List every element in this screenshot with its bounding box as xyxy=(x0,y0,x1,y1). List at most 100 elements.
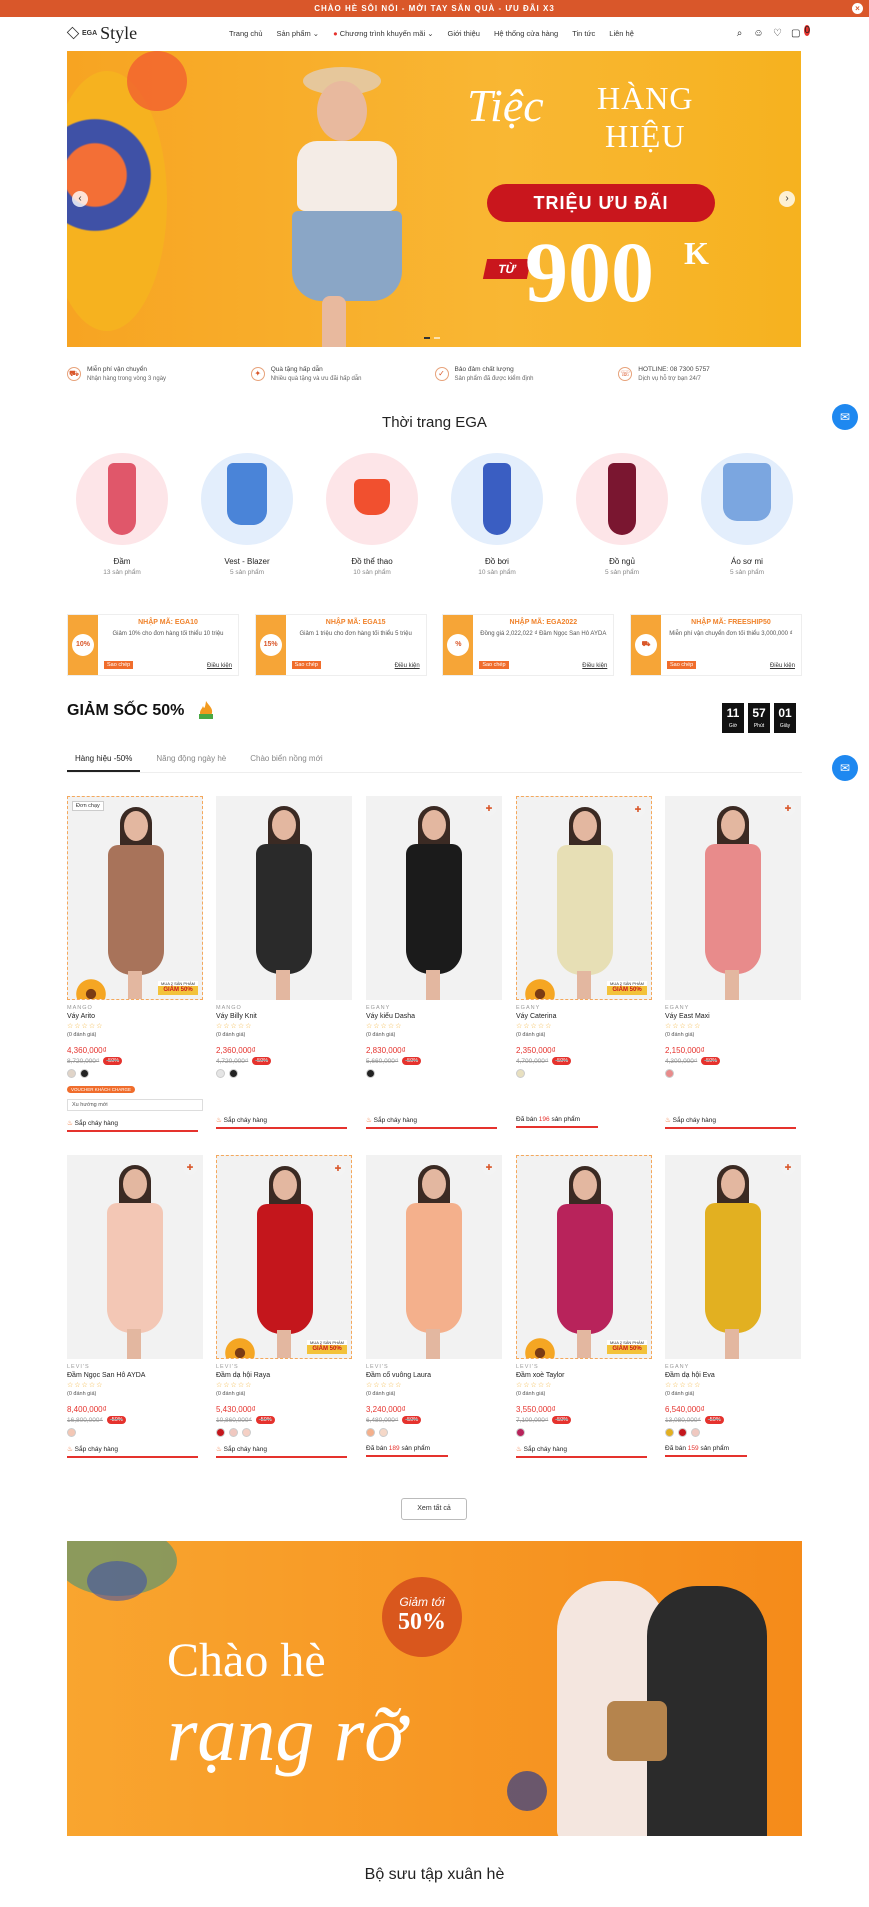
view-all-button[interactable]: Xem tất cả xyxy=(401,1498,467,1520)
category-item[interactable]: Đồ bơi 10 sản phẩm xyxy=(442,453,552,576)
product-card[interactable]: ✚ EGANY Váy kiểu Dasha ☆☆☆☆☆ (0 đánh giá) 2,8… xyxy=(366,796,502,1129)
product-image[interactable]: ✚ xyxy=(67,1155,203,1359)
product-name[interactable]: Váy East Maxi xyxy=(665,1013,801,1020)
product-image[interactable]: ✚ MUA 2 SẢN PHẨM GIẢM 50% xyxy=(216,1155,352,1359)
nav-products[interactable]: Sản phẩm ⌄ xyxy=(277,29,320,38)
nav-home[interactable]: Trang chủ xyxy=(229,29,263,38)
category-item[interactable]: Đồ thể thao 10 sản phẩm xyxy=(317,453,427,576)
slider-dots[interactable] xyxy=(424,337,440,339)
product-image[interactable]: Đơn chạy MUA 2 SẢN PHẨM GIẢM 50% xyxy=(67,796,203,1000)
gift-icon[interactable]: ✚ xyxy=(781,802,795,816)
gift-icon[interactable]: ✚ xyxy=(781,1161,795,1175)
color-swatch[interactable] xyxy=(80,1069,89,1078)
product-name[interactable]: Đầm Ngọc San Hô AYDA xyxy=(67,1372,203,1379)
product-card[interactable]: ✚ LEVI'S Đầm Ngọc San Hô AYDA ☆☆☆☆☆ (0 đánh … xyxy=(67,1155,203,1458)
color-swatch[interactable] xyxy=(678,1428,687,1437)
color-swatch[interactable] xyxy=(516,1428,525,1437)
product-name[interactable]: Váy Caterina xyxy=(516,1013,652,1020)
old-price: 6,480,000₫ xyxy=(366,1416,399,1424)
product-image[interactable]: ✚ xyxy=(665,796,801,1000)
chevron-down-icon: ⌄ xyxy=(312,28,320,38)
tab-beach[interactable]: Chào biển nồng mới xyxy=(242,748,330,772)
tab-summer[interactable]: Năng động ngày hè xyxy=(148,748,234,772)
product-name[interactable]: Đầm dạ hội Eva xyxy=(665,1372,801,1379)
tab-brand-50[interactable]: Hàng hiệu -50% xyxy=(67,748,141,772)
product-image[interactable]: ✚ xyxy=(665,1155,801,1359)
hot-text: Sắp cháy hàng xyxy=(373,1117,418,1124)
product-name[interactable]: Đầm cổ vuông Laura xyxy=(366,1372,502,1379)
product-image[interactable]: ✚ MUA 2 SẢN PHẨM GIẢM 50% xyxy=(516,796,652,1000)
product-image[interactable]: ✚ xyxy=(366,796,502,1000)
color-swatch[interactable] xyxy=(67,1069,76,1078)
cart-icon[interactable]: ▢ 0 xyxy=(791,24,811,39)
color-swatch[interactable] xyxy=(67,1428,76,1437)
copy-button[interactable]: Sao chép xyxy=(291,661,321,669)
gift-icon[interactable]: ✚ xyxy=(482,1161,496,1175)
product-name[interactable]: Đầm dạ hội Raya xyxy=(216,1372,352,1379)
category-item[interactable]: Đồ ngủ 5 sản phẩm xyxy=(567,453,677,576)
gift-icon[interactable]: ✚ xyxy=(631,803,645,817)
color-swatch[interactable] xyxy=(242,1428,251,1437)
condition-link[interactable]: Điều kiện xyxy=(770,663,795,669)
category-item[interactable]: Vest - Blazer 5 sản phẩm xyxy=(192,453,302,576)
product-card[interactable]: Đơn chạy MUA 2 SẢN PHẨM GIẢM 50% MANGO Váy A… xyxy=(67,796,203,1132)
color-swatch[interactable] xyxy=(229,1428,238,1437)
product-image[interactable] xyxy=(216,796,352,1000)
product-name[interactable]: Váy kiểu Dasha xyxy=(366,1013,502,1020)
color-swatch[interactable] xyxy=(216,1069,225,1078)
copy-button[interactable]: Sao chép xyxy=(666,661,697,669)
close-icon[interactable]: × xyxy=(852,3,863,14)
messenger-icon[interactable]: ✉ xyxy=(832,755,858,781)
color-swatch[interactable] xyxy=(665,1428,674,1437)
color-swatch[interactable] xyxy=(665,1069,674,1078)
product-card[interactable]: MANGO Váy Billy Knit ☆☆☆☆☆ (0 đánh giá) 2,36… xyxy=(216,796,352,1129)
category-item[interactable]: Đầm 13 sản phẩm xyxy=(67,453,177,576)
product-name[interactable]: Váy Billy Knit xyxy=(216,1013,352,1020)
product-name[interactable]: Đầm xoè Taylor xyxy=(516,1372,652,1379)
variant-select[interactable]: Xu hướng mới xyxy=(67,1099,203,1111)
color-swatch[interactable] xyxy=(366,1428,375,1437)
product-card[interactable]: ✚ LEVI'S Đầm cổ vuông Laura ☆☆☆☆☆ (0 đánh gi… xyxy=(366,1155,502,1457)
gift-icon[interactable]: ✚ xyxy=(331,1162,345,1176)
announcement-text: CHÀO HÈ SÔI NỔI - MỞI TAY SĂN QUÀ - ƯU Đ… xyxy=(314,4,555,13)
search-icon[interactable]: ⌕ xyxy=(734,28,745,39)
product-image[interactable]: MUA 2 SẢN PHẨM GIẢM 50% xyxy=(516,1155,652,1359)
color-swatch[interactable] xyxy=(691,1428,700,1437)
hero-slider[interactable]: Tiệc HÀNG HIỆU TRIỆU ƯU ĐÃI TỪ 900 K ‹ › xyxy=(67,51,801,347)
nav-news[interactable]: Tin tức xyxy=(572,29,595,38)
condition-link[interactable]: Điều kiện xyxy=(207,663,232,669)
nav-stores[interactable]: Hệ thống cửa hàng xyxy=(494,29,558,38)
product-card[interactable]: MUA 2 SẢN PHẨM GIẢM 50% LEVI'S Đầm xoè Tayl… xyxy=(516,1155,652,1458)
condition-link[interactable]: Điều kiện xyxy=(395,663,420,669)
old-price: 5,660,000₫ xyxy=(366,1057,399,1065)
messenger-icon[interactable]: ✉ xyxy=(832,404,858,430)
product-image[interactable]: ✚ xyxy=(366,1155,502,1359)
prev-arrow-icon[interactable]: ‹ xyxy=(72,191,88,207)
heart-icon[interactable]: ♡ xyxy=(772,28,783,39)
logo[interactable]: EGA Style xyxy=(66,23,177,44)
hero-flower-decoration xyxy=(127,51,187,111)
color-swatch[interactable] xyxy=(379,1428,388,1437)
color-swatch[interactable] xyxy=(216,1428,225,1437)
hot-text: Sắp cháy hàng xyxy=(223,1446,268,1453)
user-icon[interactable]: ☺ xyxy=(753,28,764,39)
nav-contact[interactable]: Liên hệ xyxy=(609,29,634,38)
next-arrow-icon[interactable]: › xyxy=(779,191,795,207)
product-name[interactable]: Váy Arito xyxy=(67,1013,203,1020)
condition-link[interactable]: Điều kiện xyxy=(582,663,607,669)
nav-about[interactable]: Giới thiệu xyxy=(448,29,480,38)
color-swatch[interactable] xyxy=(366,1069,375,1078)
promo-banner[interactable]: Giảm tới 50% Chào hè rạng rỡ xyxy=(67,1541,802,1836)
nav-promotions[interactable]: ● Chương trình khuyến mãi ⌄ xyxy=(333,29,433,38)
product-card[interactable]: ✚ EGANY Váy East Maxi ☆☆☆☆☆ (0 đánh giá) 2,15… xyxy=(665,796,801,1129)
product-card[interactable]: ✚ MUA 2 SẢN PHẨM GIẢM 50% LEVI'S Đầm dạ hội … xyxy=(216,1155,352,1458)
product-card[interactable]: ✚ MUA 2 SẢN PHẨM GIẢM 50% EGANY Váy Caterina… xyxy=(516,796,652,1128)
product-card[interactable]: ✚ EGANY Đầm dạ hội Eva ☆☆☆☆☆ (0 đánh giá) 6,5… xyxy=(665,1155,801,1457)
copy-button[interactable]: Sao chép xyxy=(104,661,134,669)
gift-icon[interactable]: ✚ xyxy=(183,1161,197,1175)
color-swatch[interactable] xyxy=(229,1069,238,1078)
copy-button[interactable]: Sao chép xyxy=(479,661,509,669)
color-swatch[interactable] xyxy=(516,1069,525,1078)
gift-icon[interactable]: ✚ xyxy=(482,802,496,816)
category-item[interactable]: Áo sơ mi 5 sản phẩm xyxy=(692,453,802,576)
